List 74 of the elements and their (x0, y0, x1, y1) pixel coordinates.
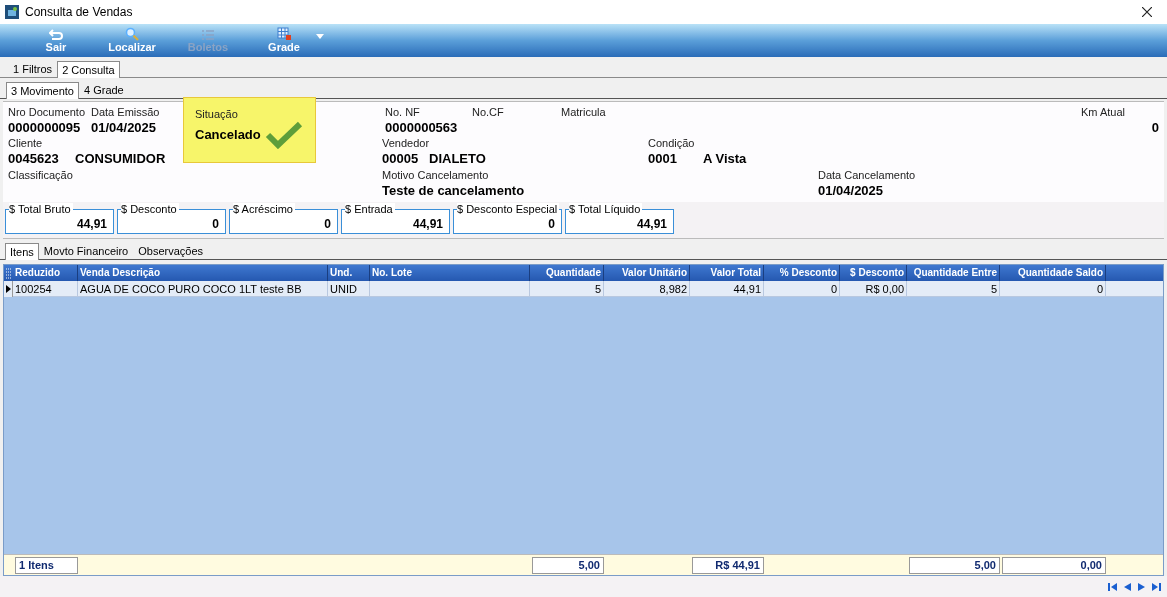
total-label: $ Entrada (345, 203, 395, 215)
toolbar-button[interactable]: Sair (18, 29, 94, 54)
total-label: $ Desconto Especial (457, 203, 560, 215)
field-value: Teste de cancelamento (382, 182, 526, 200)
field-label: Matricula (561, 105, 607, 119)
footer-total: R$ 44,91 (692, 556, 764, 574)
table-cell: R$ 0,00 (840, 281, 907, 296)
field-value: DIALETO (429, 150, 486, 168)
footer-total: 5,00 (909, 556, 1000, 574)
field-value: 0000000095 (8, 119, 82, 137)
total-label: $ Acréscimo (233, 203, 295, 215)
total-label: $ Desconto (121, 203, 179, 215)
field-label: No. NF (385, 105, 421, 119)
row-pointer-icon (5, 285, 11, 293)
footer-total: 5,00 (532, 556, 604, 574)
total-value: 44,91 (412, 217, 443, 231)
table-cell: 0 (764, 281, 840, 296)
row-indicator[interactable] (4, 281, 13, 297)
field-value: 0045623 (8, 150, 60, 168)
table-cell: 5 (907, 281, 1000, 296)
footer-total: 0,00 (1002, 556, 1106, 574)
total-value: 44,91 (636, 217, 667, 231)
undo-icon (49, 29, 63, 41)
grid-icon (276, 27, 292, 41)
app-icon (5, 5, 19, 19)
field-label: Nro Documento (8, 105, 87, 119)
checkmark-icon (264, 121, 303, 149)
field-label: No.CF (472, 105, 505, 119)
toolbar-button[interactable]: Grade (246, 27, 322, 54)
table-cell: 100254 (13, 281, 78, 296)
field-value: Cancelado (195, 126, 261, 144)
field-value: CONSUMIDOR (75, 150, 166, 168)
field-label: Condição (648, 136, 696, 150)
tab[interactable]: 2 Consulta (57, 61, 120, 78)
total-value: 44,91 (76, 217, 107, 231)
total-label: $ Total Bruto (9, 203, 73, 215)
toolbar-button[interactable]: Localizar (94, 27, 170, 54)
field-label: Classificação (8, 168, 74, 182)
field-value: 0000000563 (385, 119, 459, 137)
footer-total: 1 Itens (15, 556, 78, 574)
field-label: Data Cancelamento (818, 168, 916, 182)
table-cell: 5 (530, 281, 604, 296)
table-cell: UNID (328, 281, 370, 296)
field-label: Situação (195, 107, 239, 121)
previous-record-icon[interactable] (1124, 582, 1131, 591)
field-value: 0001 (648, 150, 678, 168)
next-record-icon[interactable] (1138, 582, 1145, 591)
first-record-icon[interactable] (1108, 582, 1117, 591)
field-value: 01/04/2025 (91, 119, 158, 137)
total-value: 0 (548, 217, 555, 231)
list-icon (201, 29, 215, 41)
close-icon (1142, 7, 1152, 17)
field-value: 0 (1151, 119, 1159, 137)
field-label: Km Atual (1081, 105, 1127, 119)
field-value: A Vista (703, 150, 747, 168)
field-label: Vendedor (382, 136, 431, 150)
last-record-icon[interactable] (1152, 582, 1161, 591)
field-label: Data Emissão (91, 105, 161, 119)
field-value: 01/04/2025 (818, 182, 885, 200)
tab[interactable]: Itens (5, 243, 39, 260)
field-label: Motivo Cancelamento (382, 168, 490, 182)
field-label: Cliente (8, 136, 44, 150)
table-cell: AGUA DE COCO PURO COCO 1LT teste BB (78, 281, 328, 296)
tab[interactable]: 3 Movimento (6, 82, 79, 99)
table-cell: 44,91 (690, 281, 764, 296)
total-label: $ Total Líquido (569, 203, 643, 215)
field-value: 00005 (382, 150, 420, 168)
window-title: Consulta de Vendas (25, 4, 133, 21)
dropdown-caret-icon[interactable] (316, 34, 324, 39)
table-cell: 0 (1000, 281, 1106, 296)
search-icon (125, 27, 139, 41)
total-value: 0 (324, 217, 331, 231)
total-value: 0 (212, 217, 219, 231)
table-cell: 8,982 (604, 281, 690, 296)
